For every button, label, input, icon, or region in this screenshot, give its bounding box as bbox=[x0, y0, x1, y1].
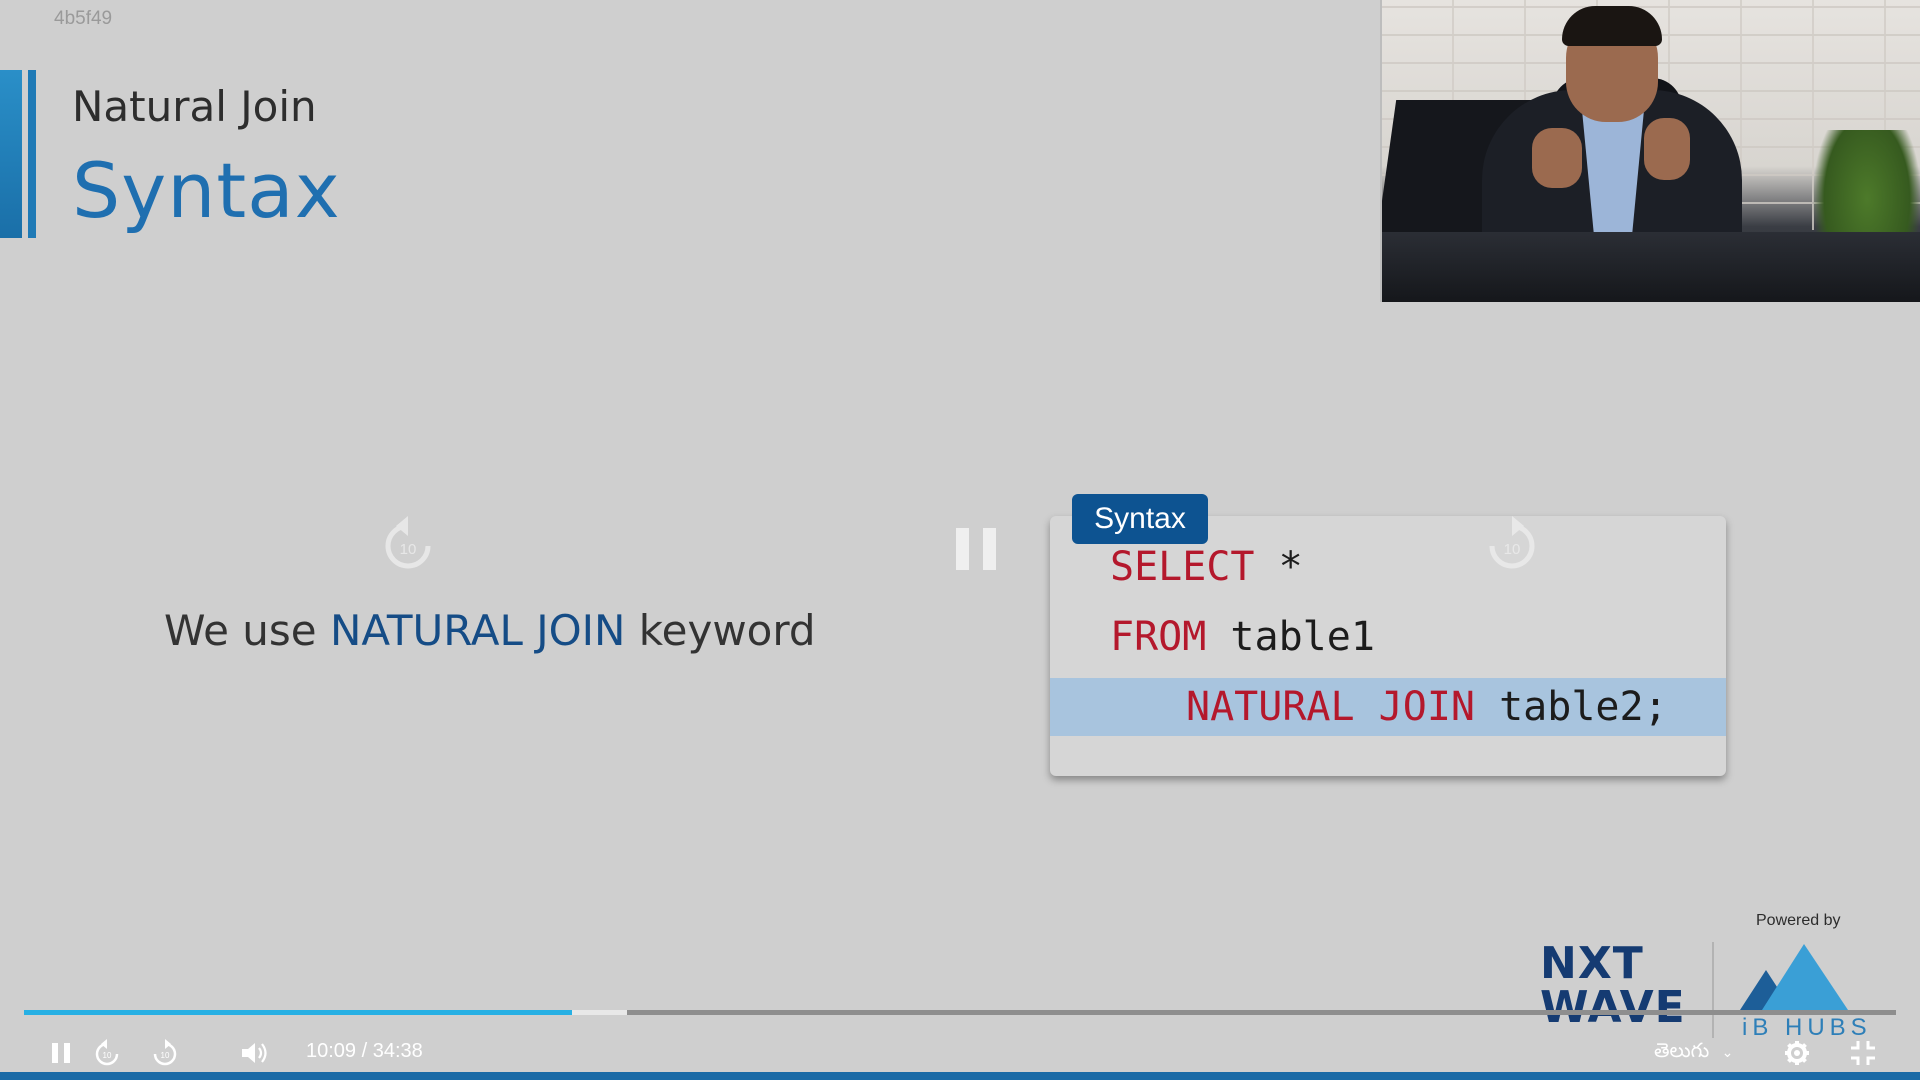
pause-icon bbox=[52, 1043, 70, 1063]
seek-back-button[interactable]: 10 bbox=[90, 1036, 124, 1070]
code-line: FROM table1 bbox=[1110, 614, 1375, 660]
seek-back-label: 10 bbox=[103, 1051, 112, 1060]
presenter-hand-right bbox=[1644, 118, 1690, 180]
exit-fullscreen-icon bbox=[1851, 1041, 1875, 1065]
title-accent-bar-thin bbox=[28, 70, 36, 238]
code-text: table1 bbox=[1206, 614, 1375, 660]
ibhubs-logo-mark bbox=[1740, 940, 1860, 1010]
chevron-down-icon: ⌄ bbox=[1721, 1045, 1734, 1061]
forward-10-icon: 10 bbox=[1489, 516, 1535, 569]
nxtwave-logo-line2: WAVE bbox=[1540, 982, 1686, 1033]
brand-divider bbox=[1712, 942, 1714, 1038]
language-label: తెలుగు bbox=[1654, 1038, 1710, 1062]
seek-bar-played bbox=[24, 1010, 572, 1015]
video-id-watermark: 4b5f49 bbox=[54, 8, 113, 29]
code-text: table2; bbox=[1474, 684, 1668, 730]
body-text-prefix: We use bbox=[164, 606, 330, 655]
code-keyword: SELECT bbox=[1110, 544, 1255, 590]
body-text-suffix: keyword bbox=[625, 606, 816, 655]
slide-title: Syntax bbox=[72, 146, 341, 235]
syntax-tag: Syntax bbox=[1072, 494, 1208, 544]
presenter-webcam bbox=[1380, 0, 1920, 302]
time-display: 10:09 / 34:38 bbox=[306, 1040, 423, 1063]
language-select[interactable]: తెలుగు ⌄ bbox=[1654, 1038, 1733, 1067]
rewind-10-icon: 10 bbox=[385, 516, 431, 569]
forward-10-icon: 10 bbox=[153, 1039, 177, 1066]
overlay-seek-back-label: 10 bbox=[400, 541, 417, 558]
duration: 34:38 bbox=[372, 1040, 423, 1062]
nxtwave-logo-line1: NXT bbox=[1540, 938, 1644, 989]
code-text: * bbox=[1254, 544, 1303, 590]
title-accent-bar bbox=[0, 70, 22, 238]
nxtwave-logo: NXT WAVE bbox=[1540, 942, 1686, 1030]
seek-forward-button[interactable]: 10 bbox=[148, 1036, 182, 1070]
overlay-seek-forward-button[interactable]: 10 bbox=[1484, 512, 1540, 574]
body-text-keyword: NATURAL JOIN bbox=[329, 606, 626, 655]
bottom-accent-strip bbox=[0, 1072, 1920, 1080]
exit-fullscreen-button[interactable] bbox=[1846, 1036, 1880, 1070]
overlay-seek-back-button[interactable]: 10 bbox=[380, 512, 436, 574]
volume-button[interactable] bbox=[238, 1036, 272, 1070]
seek-forward-label: 10 bbox=[161, 1051, 170, 1060]
volume-icon bbox=[242, 1043, 267, 1063]
rewind-10-icon: 10 bbox=[95, 1039, 119, 1066]
overlay-pause-button[interactable] bbox=[956, 528, 996, 570]
gear-icon bbox=[1785, 1041, 1809, 1065]
time-separator: / bbox=[361, 1040, 368, 1062]
slide-subtitle: Natural Join bbox=[72, 82, 317, 131]
settings-button[interactable] bbox=[1780, 1036, 1814, 1070]
powered-by-label: Powered by bbox=[1756, 912, 1841, 929]
pause-button[interactable] bbox=[44, 1036, 78, 1070]
code-keyword: FROM bbox=[1110, 614, 1207, 660]
code-line: SELECT * bbox=[1110, 544, 1303, 590]
slide-body-text: We use NATURAL JOIN keyword bbox=[164, 606, 816, 655]
video-player[interactable]: 4b5f49 Natural Join Syntax We use NATURA… bbox=[0, 0, 1920, 1080]
presenter-hair bbox=[1562, 6, 1662, 46]
webcam-desk bbox=[1382, 232, 1920, 302]
pause-icon-bar-right bbox=[983, 528, 996, 570]
pause-icon-bar-left bbox=[956, 528, 969, 570]
current-time: 10:09 bbox=[306, 1040, 357, 1062]
code-keyword: NATURAL JOIN bbox=[1186, 684, 1475, 730]
overlay-seek-forward-label: 10 bbox=[1504, 541, 1521, 558]
presenter-hand-left bbox=[1532, 128, 1582, 188]
code-line: NATURAL JOIN table2; bbox=[1186, 684, 1668, 730]
